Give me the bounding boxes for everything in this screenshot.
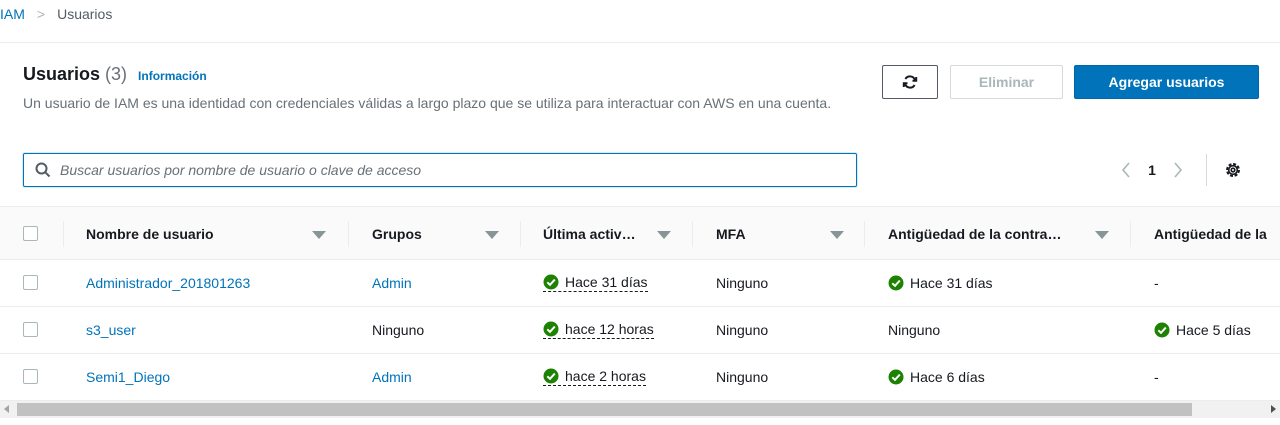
username-link[interactable]: s3_user [86, 307, 136, 353]
search-input[interactable] [60, 162, 856, 178]
refresh-button[interactable] [882, 65, 938, 99]
chevron-right-icon[interactable] [1164, 156, 1192, 184]
page-title: Usuarios [23, 64, 101, 84]
select-all-checkbox[interactable] [23, 226, 38, 241]
column-header-last-activity[interactable]: Última activ… [543, 207, 636, 260]
pagination-divider [1206, 154, 1207, 186]
column-header-password-age[interactable]: Antigüedad de la contra… [888, 207, 1061, 260]
sort-icon[interactable] [312, 231, 326, 239]
sort-icon[interactable] [657, 231, 671, 239]
column-header-username[interactable]: Nombre de usuario [86, 207, 214, 260]
last-activity-cell[interactable]: hace 12 horas [543, 307, 654, 353]
column-separator [1130, 221, 1131, 247]
search-icon [35, 162, 51, 178]
breadcrumb-separator: > [36, 6, 46, 22]
scrollbar-thumb[interactable] [17, 403, 1192, 416]
column-separator [520, 221, 521, 247]
scroll-right-icon[interactable] [1271, 405, 1276, 413]
last-activity-text: Hace 31 días [565, 274, 648, 290]
delete-button[interactable]: Eliminar [950, 65, 1063, 99]
column-separator [692, 221, 693, 247]
mfa-cell: Ninguno [716, 275, 769, 291]
last-activity-status: Hace 31 días [543, 274, 648, 292]
user-count: (3) [105, 64, 128, 84]
password-age-cell: Hace 6 días [888, 354, 985, 400]
info-link[interactable]: Información [138, 69, 207, 83]
sort-icon[interactable] [485, 231, 499, 239]
table-row: s3_user Ninguno hace 12 horas Ninguno Ni… [0, 307, 1280, 354]
refresh-icon [902, 75, 918, 89]
last-activity-text: hace 2 horas [565, 368, 646, 384]
pagination: 1 [1112, 154, 1245, 186]
last-activity-cell[interactable]: hace 2 horas [543, 354, 646, 400]
page-description: Un usuario de IAM es una identidad con c… [23, 95, 832, 111]
last-activity-text: hace 12 horas [565, 321, 654, 337]
sort-icon[interactable] [1095, 231, 1109, 239]
row-checkbox[interactable] [23, 369, 38, 384]
page-title-row: Usuarios (3) Información [23, 64, 207, 85]
last-activity-status: hace 2 horas [543, 368, 646, 386]
key-age-cell: - [1154, 369, 1159, 385]
column-separator [63, 221, 64, 247]
check-circle-icon [888, 275, 904, 291]
check-circle-icon [1154, 322, 1170, 338]
password-age-cell: Ninguno [888, 322, 941, 338]
row-checkbox[interactable] [23, 322, 38, 337]
column-header-label: MFA [716, 225, 746, 242]
row-checkbox[interactable] [23, 275, 38, 290]
column-header-label: Antigüedad de la [1154, 225, 1267, 242]
breadcrumb-iam-link[interactable]: IAM [0, 6, 25, 22]
column-header-mfa[interactable]: MFA [716, 207, 746, 260]
column-header-label: Última activ… [543, 225, 636, 242]
username-link[interactable]: Semi1_Diego [86, 354, 170, 400]
table-row: Semi1_Diego Admin hace 2 horas Ninguno H… [0, 354, 1280, 401]
password-age-text: Hace 6 días [910, 369, 985, 385]
mfa-cell: Ninguno [716, 369, 769, 385]
group-link[interactable]: Admin [372, 260, 412, 306]
check-circle-icon [888, 369, 904, 385]
horizontal-scrollbar[interactable] [0, 401, 1280, 418]
column-header-key-age[interactable]: Antigüedad de la [1154, 207, 1267, 260]
scroll-left-icon[interactable] [4, 405, 9, 413]
password-age-cell: Hace 31 días [888, 260, 993, 306]
last-activity-cell[interactable]: Hace 31 días [543, 260, 648, 306]
table-row: Administrador_201801263 Admin Hace 31 dí… [0, 260, 1280, 307]
breadcrumb-current: Usuarios [57, 6, 113, 22]
column-header-label: Antigüedad de la contra… [888, 225, 1062, 242]
add-users-button[interactable]: Agregar usuarios [1074, 65, 1259, 99]
last-activity-status: hace 12 horas [543, 321, 654, 339]
column-header-label: Grupos [372, 225, 422, 242]
header-divider [0, 42, 1280, 43]
group-cell: Ninguno [372, 322, 425, 338]
table-header: Nombre de usuario Grupos Última activ… M… [0, 206, 1280, 260]
key-age-cell: - [1154, 275, 1159, 291]
mfa-cell: Ninguno [716, 322, 769, 338]
search-box[interactable] [23, 153, 857, 187]
username-link[interactable]: Administrador_201801263 [86, 260, 250, 306]
current-page[interactable]: 1 [1140, 162, 1164, 178]
column-header-groups[interactable]: Grupos [372, 207, 422, 260]
password-age-text: Hace 31 días [910, 275, 993, 291]
sort-icon[interactable] [830, 231, 844, 239]
column-separator [348, 221, 349, 247]
users-table: Nombre de usuario Grupos Última activ… M… [0, 206, 1280, 401]
check-circle-icon [543, 368, 559, 384]
column-header-label: Nombre de usuario [86, 225, 214, 242]
key-age-text: Hace 5 días [1176, 322, 1251, 338]
gear-icon[interactable] [1221, 158, 1245, 182]
key-age-cell: Hace 5 días [1154, 307, 1251, 353]
chevron-left-icon[interactable] [1112, 156, 1140, 184]
column-separator [864, 221, 865, 247]
breadcrumb: IAM > Usuarios [0, 0, 112, 28]
group-link[interactable]: Admin [372, 354, 412, 400]
check-circle-icon [543, 321, 559, 337]
check-circle-icon [543, 274, 559, 290]
